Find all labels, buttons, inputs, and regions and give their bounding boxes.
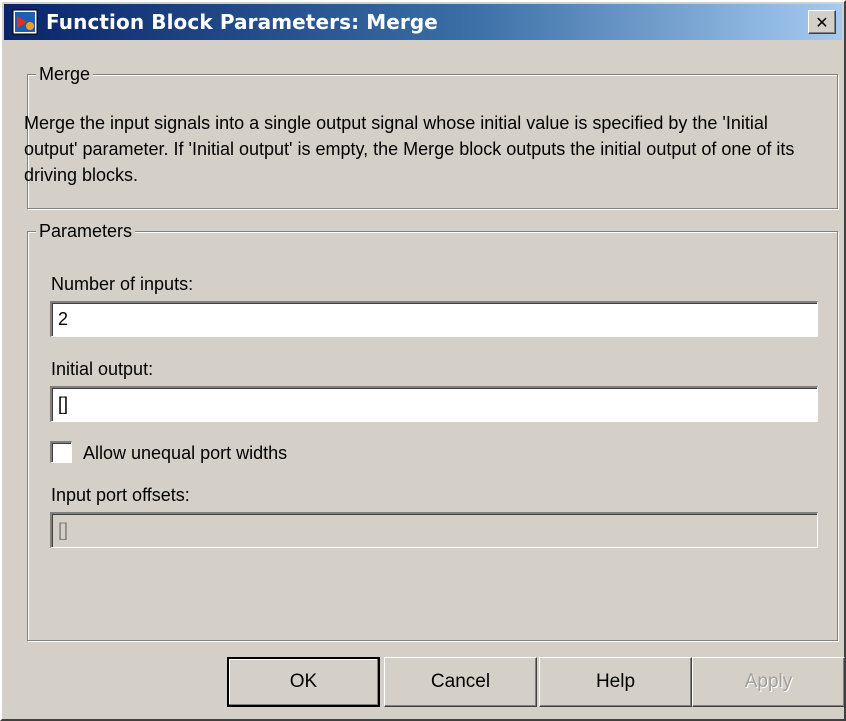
merge-group-legend: Merge (36, 62, 94, 86)
window-title: Function Block Parameters: Merge (46, 10, 438, 34)
dialog-window: Function Block Parameters: Merge ✕ Merge… (0, 0, 846, 721)
number-of-inputs-field[interactable] (50, 301, 818, 337)
initial-output-label: Initial output: (51, 359, 154, 379)
title-bar[interactable]: Function Block Parameters: Merge ✕ (4, 4, 842, 40)
close-button[interactable]: ✕ (808, 10, 836, 34)
number-of-inputs-label: Number of inputs: (51, 274, 194, 294)
apply-button: Apply (692, 657, 845, 707)
input-port-offsets-label: Input port offsets: (51, 485, 190, 505)
simulink-block-icon (12, 9, 38, 35)
allow-unequal-port-widths-checkbox[interactable] (50, 441, 72, 463)
ok-button[interactable]: OK (227, 657, 380, 707)
allow-unequal-port-widths-label[interactable]: Allow unequal port widths (83, 442, 287, 464)
initial-output-field[interactable] (50, 386, 818, 422)
help-button[interactable]: Help (539, 657, 692, 707)
block-description: Merge the input signals into a single ou… (24, 113, 795, 185)
input-port-offsets-field (50, 512, 818, 548)
cancel-button[interactable]: Cancel (384, 657, 537, 707)
close-icon: ✕ (815, 12, 829, 32)
parameters-group-legend: Parameters (36, 219, 136, 243)
